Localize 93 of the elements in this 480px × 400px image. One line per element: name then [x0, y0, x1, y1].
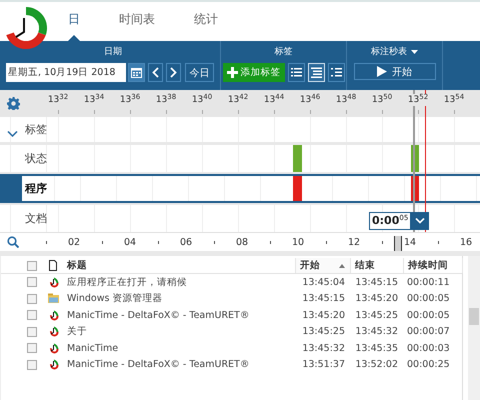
table-cell-text: ManicTime - DeltaFoX© - TeamURET®: [66, 359, 250, 370]
hour-label: 16: [460, 236, 472, 248]
row-label: 文档: [25, 211, 47, 226]
checkbox[interactable]: [27, 277, 37, 288]
table-cell: 00:00:03: [407, 342, 450, 354]
table-cell: 13:45:20: [302, 310, 345, 321]
timeline-row[interactable]: 标签: [0, 117, 480, 142]
hour-label: 02: [68, 236, 80, 248]
folder-icon: [46, 292, 60, 306]
table-cell-text: 关于: [66, 325, 87, 338]
dropdown-button[interactable]: [411, 212, 430, 230]
table-cell: 13:45:35: [355, 342, 398, 354]
view-button[interactable]: [328, 63, 344, 82]
table-cell: 13:45:15: [355, 276, 398, 288]
activity-bar: [293, 176, 302, 201]
hour-label: 10: [292, 236, 304, 248]
start-button[interactable]: 开始: [354, 63, 436, 80]
table-cell: 00:00:05: [407, 310, 450, 321]
table-cell: 00:00:05: [407, 293, 450, 304]
checkbox[interactable]: [27, 294, 37, 304]
checkbox[interactable]: [27, 326, 37, 337]
plus-icon: [226, 67, 238, 78]
table-cell: 13:45:25: [302, 326, 345, 338]
search-icon: [7, 236, 19, 248]
table-cell: 13:52:02: [355, 359, 398, 370]
tab[interactable]: 时间表: [113, 2, 161, 41]
scrollbar-thumb[interactable]: [469, 308, 479, 325]
checkbox[interactable]: [27, 343, 37, 354]
column-header: 结束: [355, 259, 375, 272]
play-icon: [377, 66, 387, 77]
range-selector[interactable]: [394, 236, 402, 251]
column-header: 持续时间: [408, 259, 448, 272]
table-cell: 00:00:11: [407, 276, 450, 288]
group-title: 标签: [274, 46, 292, 59]
table-cell: 00:00:07: [407, 326, 450, 338]
row-label: 程序: [25, 181, 47, 196]
chevron-down-icon: [415, 218, 426, 224]
row-label: 标签: [25, 122, 47, 137]
calendar-button[interactable]: [128, 63, 145, 82]
scrollbar[interactable]: [468, 256, 480, 400]
row-label: 状态: [25, 151, 47, 166]
chevron-left-icon: [152, 67, 159, 78]
table-cell: 13:45:15: [302, 293, 345, 304]
hour-label: 12: [348, 236, 360, 248]
column-header: 标题: [67, 259, 87, 272]
activity-bar: [293, 145, 302, 172]
settings-icon: [7, 97, 20, 110]
table-cell-text: ManicTime: [66, 342, 118, 354]
today-button[interactable]: 今日: [185, 63, 214, 82]
table-cell-text: Windows 资源管理器: [66, 292, 162, 306]
caret-down-icon: [411, 50, 418, 54]
previous-button[interactable]: [148, 63, 163, 82]
group-title: 日期: [104, 46, 122, 59]
hour-label: 08: [236, 236, 248, 248]
group-title: 标注秒表: [371, 46, 407, 59]
timeline-row[interactable]: 程序: [0, 174, 480, 203]
next-button[interactable]: [166, 63, 181, 82]
chevron-right-icon: [170, 67, 177, 78]
clock-logo-icon: [4, 6, 48, 50]
hour-label: 06: [180, 236, 192, 248]
add-tag-button[interactable]: 添加标签: [222, 63, 284, 82]
column-header: 开始: [300, 259, 320, 272]
column-header-cell[interactable]: 开始: [296, 258, 351, 273]
list-icon: [310, 67, 322, 78]
date-field[interactable]: 星期五, 10月19日 2018: [6, 63, 126, 82]
table-cell-text: ManicTime - DeltaFoX© - TeamURET®: [66, 310, 250, 321]
checkbox[interactable]: [27, 360, 37, 370]
elapsed-time: 0:00$^{05}$: [369, 212, 412, 230]
document-icon: [49, 260, 57, 271]
table-cell: 13:45:20: [355, 293, 398, 304]
table-cell: 00:00:25: [407, 359, 450, 370]
table-cell: 13:45:32: [302, 342, 345, 354]
chevron-down-icon: [7, 131, 18, 137]
table-cell: 13:51:37: [302, 359, 345, 370]
timeline-row[interactable]: 文档 0:00$^{05}$: [0, 205, 480, 232]
list-icon: [290, 67, 302, 78]
checkbox[interactable]: [27, 310, 37, 320]
column-header-cell[interactable]: 持续时间: [404, 258, 463, 273]
checkbox[interactable]: [27, 260, 37, 270]
list-icon: [330, 67, 342, 78]
table-cell: 13:45:32: [355, 326, 398, 338]
tab[interactable]: 统计: [188, 2, 224, 41]
table-cell: 13:45:25: [355, 310, 398, 321]
time-label: 13$^{52}$: [408, 94, 428, 106]
hour-label: 04: [124, 236, 136, 248]
hour-label: 14: [404, 236, 416, 248]
table-cell-text: 应用程序正在打开，请稍候: [66, 276, 187, 289]
sort-ascending-icon: [339, 264, 345, 268]
view-button[interactable]: [288, 63, 304, 82]
column-header-cell[interactable]: 结束: [351, 258, 404, 273]
table-cell: 13:45:04: [302, 276, 345, 288]
calendar-icon: [131, 67, 142, 78]
timeline-row[interactable]: 状态: [0, 145, 480, 172]
